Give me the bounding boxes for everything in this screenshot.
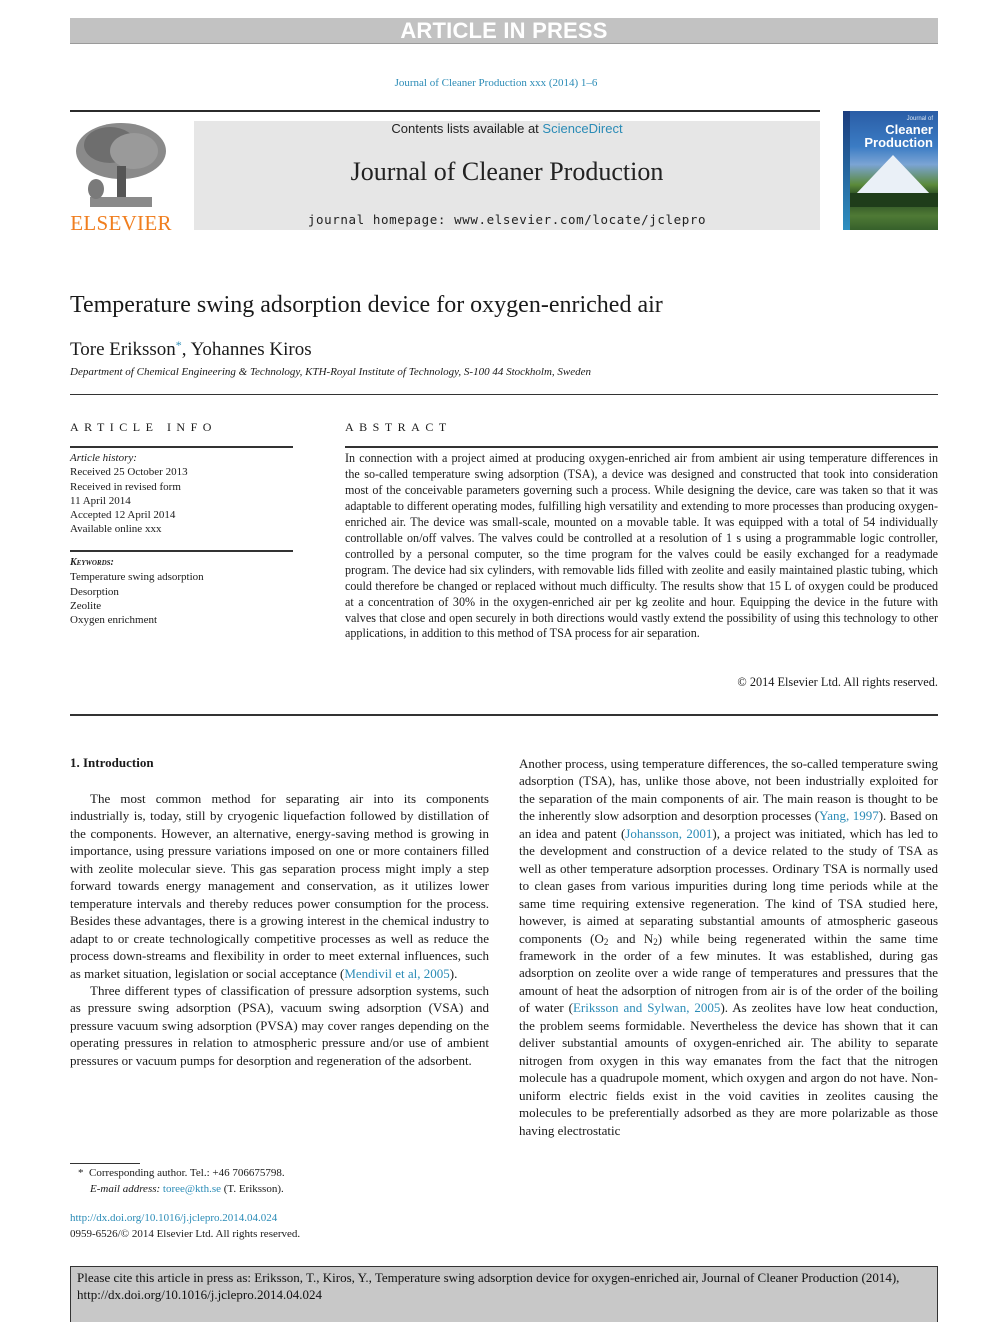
- article-in-press-banner: ARTICLE IN PRESS: [70, 18, 938, 44]
- history-item: Received in revised form: [70, 480, 181, 493]
- cover-stripe: [843, 111, 850, 230]
- citation-link[interactable]: Yang, 1997: [819, 808, 879, 823]
- paragraph-text: ).: [449, 965, 458, 981]
- citation-link[interactable]: Eriksson and Sylwan, 2005: [573, 1000, 720, 1015]
- paragraph: Another process, using temperature diffe…: [519, 755, 938, 1139]
- abstract-copyright: © 2014 Elsevier Ltd. All rights reserved…: [737, 675, 938, 689]
- paragraph-text: ), a project was initiated, which has le…: [519, 825, 938, 946]
- email-link[interactable]: toree@kth.se: [163, 1183, 221, 1195]
- author-list: Tore Eriksson*, Yohannes Kiros: [70, 333, 312, 362]
- corresponding-text: Corresponding author. Tel.: +46 70667579…: [89, 1167, 285, 1179]
- history-item: Received 25 October 2013: [70, 466, 188, 479]
- journal-title: Journal of Cleaner Production: [350, 157, 664, 186]
- sciencedirect-link[interactable]: ScienceDirect: [542, 121, 622, 136]
- paragraph-text: The most common method for separating ai…: [70, 791, 489, 981]
- keyword-item: Zeolite: [70, 599, 102, 612]
- email-suffix: (T. Eriksson).: [221, 1183, 284, 1195]
- doi-link[interactable]: http://dx.doi.org/10.1016/j.jclepro.2014…: [70, 1210, 490, 1226]
- history-item: Accepted 12 April 2014: [70, 509, 176, 522]
- footnote-rule: [70, 1163, 140, 1164]
- body-left-column: The most common method for separating ai…: [70, 790, 489, 1069]
- paragraph: Three different types of classification …: [70, 982, 489, 1068]
- article-info-heading: ARTICLE INFO: [70, 420, 217, 434]
- section-heading-introduction: 1. Introduction: [70, 755, 154, 770]
- keyword-item: Desorption: [70, 585, 119, 598]
- elsevier-wordmark: ELSEVIER: [70, 211, 172, 235]
- citation-link[interactable]: Mendivil et al, 2005: [344, 966, 449, 981]
- article-history: Article history: Received 25 October 201…: [70, 451, 293, 537]
- keywords: Keywords: Temperature swing adsorption D…: [70, 556, 293, 627]
- paragraph-text: ). As zeolites have low heat conduction,…: [519, 1000, 938, 1138]
- cover-title-line2: Production: [864, 135, 933, 150]
- issn-copyright: 0959-6526/© 2014 Elsevier Ltd. All right…: [70, 1228, 301, 1240]
- contents-line: Contents lists available at ScienceDirec…: [194, 121, 820, 137]
- author-separator: ,: [181, 339, 191, 360]
- body-right-column: Another process, using temperature diffe…: [519, 755, 938, 1139]
- author-2: Yohannes Kiros: [190, 339, 312, 360]
- title-separator-rule: [70, 394, 938, 395]
- paragraph-text: and N: [608, 930, 654, 946]
- journal-homepage[interactable]: journal homepage: www.elsevier.com/locat…: [194, 212, 820, 228]
- citation-text: Please cite this article in press as: Er…: [77, 1270, 900, 1302]
- journal-reference-link[interactable]: Journal of Cleaner Production xxx (2014)…: [0, 77, 992, 89]
- journal-cover-image: Journal of Cleaner Production: [843, 111, 938, 230]
- keyword-item: Oxygen enrichment: [70, 614, 158, 627]
- author-1: Tore Eriksson: [70, 339, 176, 360]
- abstract-text: In connection with a project aimed at pr…: [345, 451, 938, 641]
- footnote-marker: *: [78, 1167, 84, 1179]
- journal-masthead: Contents lists available at ScienceDirec…: [194, 121, 820, 230]
- abstract-rule: [345, 446, 938, 448]
- article-title: Temperature swing adsorption device for …: [70, 292, 663, 318]
- cover-title: Cleaner Production: [851, 123, 933, 149]
- cover-trees: [850, 193, 938, 207]
- banner-text: ARTICLE IN PRESS: [400, 18, 608, 43]
- affiliation: Department of Chemical Engineering & Tec…: [70, 366, 592, 378]
- corresponding-author-footnote: * Corresponding author. Tel.: +46 706675…: [70, 1165, 490, 1197]
- history-label: Article history:: [70, 452, 137, 464]
- paragraph: The most common method for separating ai…: [70, 790, 489, 982]
- doi-block: http://dx.doi.org/10.1016/j.jclepro.2014…: [70, 1210, 490, 1242]
- history-item: Available online xxx: [70, 523, 162, 536]
- keywords-rule: [70, 550, 293, 552]
- contents-prefix: Contents lists available at: [391, 121, 543, 136]
- article-info-rule: [70, 446, 293, 448]
- abstract-separator-rule: [70, 714, 938, 716]
- keywords-label: Keywords:: [70, 557, 114, 568]
- history-item: 11 April 2014: [70, 494, 131, 507]
- abstract-heading: ABSTRACT: [345, 420, 452, 434]
- keyword-item: Temperature swing adsorption: [70, 571, 204, 584]
- cover-mountain: [855, 155, 931, 195]
- citation-link[interactable]: Johansson, 2001: [625, 826, 712, 841]
- header-rule: [70, 110, 820, 112]
- email-label: E-mail address:: [90, 1183, 161, 1195]
- citation-box: Please cite this article in press as: Er…: [70, 1266, 938, 1322]
